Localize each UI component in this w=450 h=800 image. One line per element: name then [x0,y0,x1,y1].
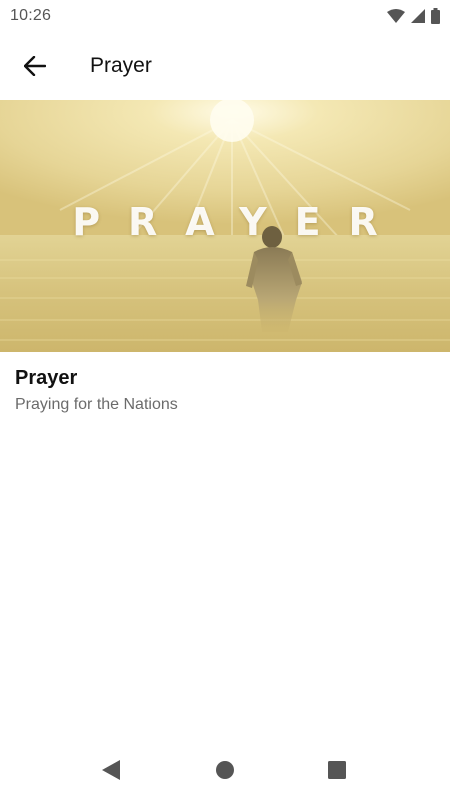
wifi-icon [387,9,405,23]
cell-signal-icon [411,9,425,23]
back-button[interactable] [11,42,59,90]
nav-home-button[interactable] [209,754,241,786]
system-nav-bar [0,740,450,800]
app-bar: Prayer [0,32,450,100]
nav-recents-button[interactable] [321,754,353,786]
recents-square-icon [328,761,346,779]
hero-image[interactable]: PRAYER [0,100,450,352]
hero-overlay-text: PRAYER [72,200,406,244]
item-subtitle: Praying for the Nations [15,396,178,413]
battery-icon [431,8,440,24]
status-bar: 10:26 [0,0,450,32]
back-triangle-icon [102,760,120,780]
status-time: 10:26 [10,7,52,24]
nav-back-button[interactable] [95,754,127,786]
arrow-left-icon [24,56,46,76]
page-title: Prayer [90,54,152,77]
item-title: Prayer [15,367,78,389]
home-circle-icon [216,761,234,779]
status-icons [387,8,440,24]
